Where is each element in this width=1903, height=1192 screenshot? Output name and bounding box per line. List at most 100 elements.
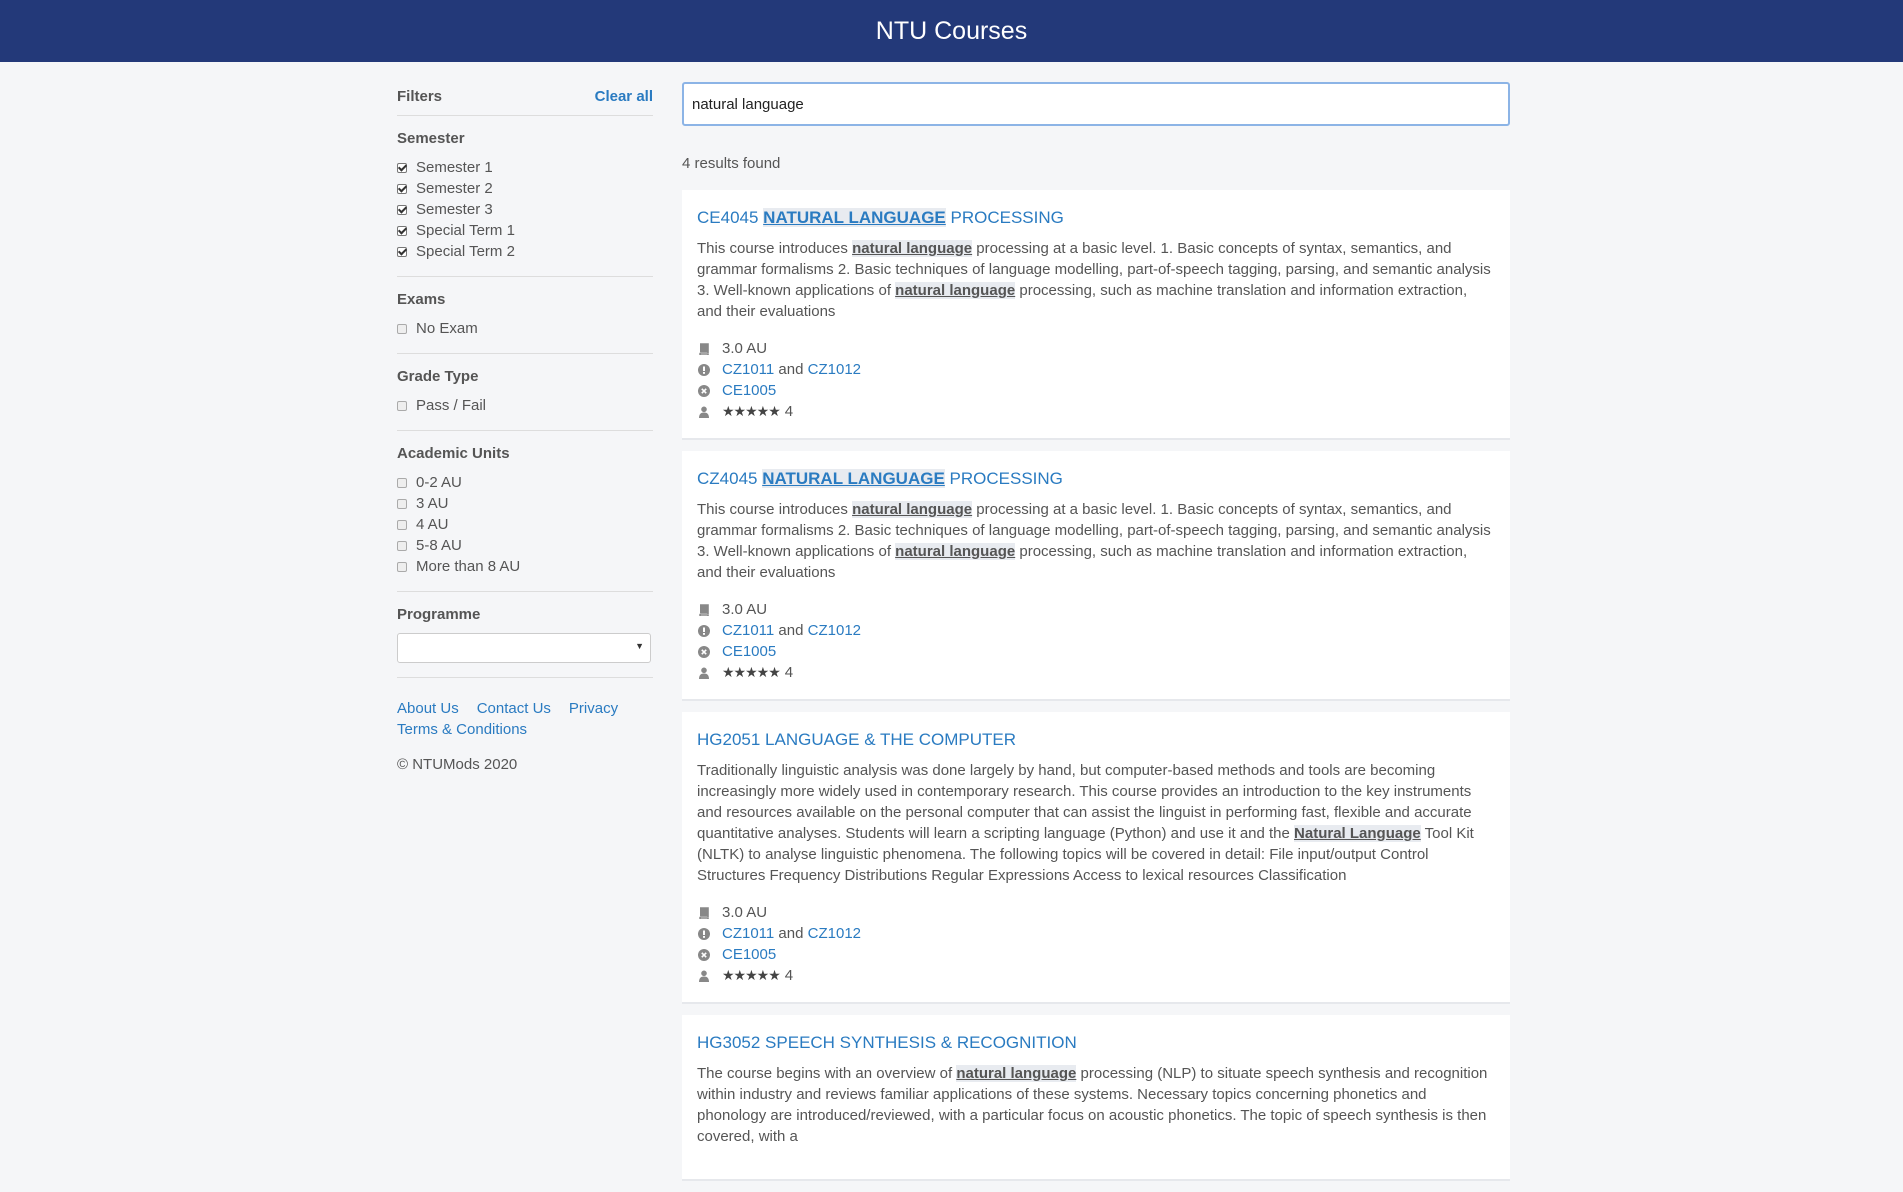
exclamation-icon [697, 927, 710, 940]
exclamation-icon [697, 363, 710, 376]
course-card: CE4045 NATURAL LANGUAGE PROCESSING This c… [682, 190, 1510, 440]
exams-title: Exams [397, 291, 446, 308]
course-au-row: 3.0 AU [697, 338, 1495, 359]
filter-option[interactable]: Semester 2 [397, 178, 653, 199]
mutually-exclusive-link[interactable]: CE1005 [722, 643, 776, 660]
rating-count: 4 [784, 967, 794, 984]
prerequisites-row: CZ1011 and CZ1012 [697, 359, 1495, 380]
prerequisite-link[interactable]: CZ1012 [808, 622, 861, 639]
filter-option[interactable]: Semester 3 [397, 199, 653, 220]
checkbox[interactable] [397, 225, 407, 236]
filter-option-label: Special Term 1 [416, 222, 515, 239]
filter-option[interactable]: 4 AU [397, 514, 653, 535]
privacy-link[interactable]: Privacy [569, 700, 618, 717]
filter-option-label: More than 8 AU [416, 558, 521, 575]
filter-option[interactable]: No Exam [397, 318, 653, 339]
prerequisite-link[interactable]: CZ1012 [808, 361, 861, 378]
course-title-link[interactable]: CE4045 NATURAL LANGUAGE PROCESSING [697, 208, 1495, 228]
mutually-exclusive-row: CE1005 [697, 380, 1495, 401]
filter-option-label: Pass / Fail [416, 397, 487, 414]
checkbox[interactable] [397, 540, 407, 551]
checkbox[interactable] [397, 498, 407, 509]
mutually-exclusive-link[interactable]: CE1005 [722, 946, 776, 963]
prerequisite-link[interactable]: CZ1012 [808, 925, 861, 942]
star-rating-icon: ★★★★★ [722, 403, 781, 419]
times-circle-icon [697, 645, 710, 658]
course-title-link[interactable]: HG3052 SPEECH SYNTHESIS & RECOGNITION [697, 1033, 1495, 1053]
top-bar: NTU Courses [0, 0, 1903, 62]
filter-option-label: No Exam [416, 320, 478, 337]
star-rating-icon: ★★★★★ [722, 967, 781, 983]
search-input[interactable] [682, 82, 1510, 126]
filter-option-label: 4 AU [416, 516, 449, 533]
footer-links: About Us Contact Us Privacy Terms & Condit… [397, 678, 653, 773]
checkbox[interactable] [397, 400, 407, 411]
filter-option[interactable]: Special Term 2 [397, 241, 653, 262]
checkbox[interactable] [397, 246, 407, 257]
mutually-exclusive-link[interactable]: CE1005 [722, 382, 776, 399]
filter-option[interactable]: Pass / Fail [397, 395, 653, 416]
prerequisite-link[interactable]: CZ1011 [722, 361, 774, 378]
grade-type-filter: Grade Type Pass / Fail [397, 354, 653, 431]
course-au: 3.0 AU [722, 601, 768, 618]
user-icon [697, 969, 710, 982]
clear-all-button[interactable]: Clear all [595, 88, 653, 105]
filter-option-label: 3 AU [416, 495, 449, 512]
course-title-rest: SPEECH SYNTHESIS & RECOGNITION [765, 1033, 1077, 1052]
about-us-link[interactable]: About Us [397, 700, 459, 717]
description-text: This course introduces [697, 501, 853, 518]
site-title[interactable]: NTU Courses [876, 17, 1027, 46]
results-main: 4 results found CE4045 NATURAL LANGUAGE … [682, 82, 1510, 1192]
course-title-link[interactable]: CZ4045 NATURAL LANGUAGE PROCESSING [697, 469, 1495, 489]
search-highlight: natural language [852, 240, 973, 257]
course-card: HG2051 LANGUAGE & THE COMPUTER Traditiona… [682, 712, 1510, 1004]
search-highlight: natural language [895, 543, 1016, 560]
user-icon [697, 666, 710, 679]
exams-filter: Exams No Exam [397, 277, 653, 354]
book-icon [697, 342, 710, 355]
prerequisite-and: and [774, 361, 808, 378]
checkbox[interactable] [397, 323, 407, 334]
filter-option[interactable]: 3 AU [397, 493, 653, 514]
checkbox[interactable] [397, 519, 407, 530]
prerequisites-row: CZ1011 and CZ1012 [697, 620, 1495, 641]
filter-option-label: Semester 2 [416, 180, 493, 197]
filter-option[interactable]: 0-2 AU [397, 472, 653, 493]
course-code: CZ4045 [697, 469, 763, 488]
checkbox[interactable] [397, 204, 407, 215]
results-count: 4 results found [682, 155, 781, 172]
filter-option[interactable]: More than 8 AU [397, 556, 653, 577]
search-highlight: natural language [852, 501, 973, 518]
filter-option[interactable]: 5-8 AU [397, 535, 653, 556]
filter-option-label: 5-8 AU [416, 537, 462, 554]
user-icon [697, 405, 710, 418]
times-circle-icon [697, 948, 710, 961]
prerequisite-link[interactable]: CZ1011 [722, 925, 774, 942]
checkbox[interactable] [397, 561, 407, 572]
course-card: HG3052 SPEECH SYNTHESIS & RECOGNITION The… [682, 1015, 1510, 1181]
semester-filter: Semester Semester 1 Semester 2 Semester 3 Sp… [397, 116, 653, 277]
course-au-row: 3.0 AU [697, 902, 1495, 923]
contact-us-link[interactable]: Contact Us [477, 700, 551, 717]
book-icon [697, 603, 710, 616]
filter-option[interactable]: Semester 1 [397, 157, 653, 178]
search-highlight: natural language [895, 282, 1016, 299]
times-circle-icon [697, 384, 710, 397]
mutually-exclusive-row: CE1005 [697, 944, 1495, 965]
checkbox[interactable] [397, 162, 407, 173]
course-title-link[interactable]: HG2051 LANGUAGE & THE COMPUTER [697, 730, 1495, 750]
programme-filter: Programme ▼ [397, 592, 653, 678]
course-au: 3.0 AU [722, 340, 768, 357]
terms-link[interactable]: Terms & Conditions [397, 721, 527, 738]
rating-count: 4 [784, 664, 794, 681]
exclamation-icon [697, 624, 710, 637]
course-au-row: 3.0 AU [697, 599, 1495, 620]
course-title-rest: PROCESSING [950, 208, 1064, 227]
checkbox[interactable] [397, 183, 407, 194]
programme-select[interactable]: ▼ [397, 633, 651, 663]
mutually-exclusive-row: CE1005 [697, 641, 1495, 662]
book-icon [697, 906, 710, 919]
filter-option[interactable]: Special Term 1 [397, 220, 653, 241]
checkbox[interactable] [397, 477, 407, 488]
prerequisite-link[interactable]: CZ1011 [722, 622, 774, 639]
